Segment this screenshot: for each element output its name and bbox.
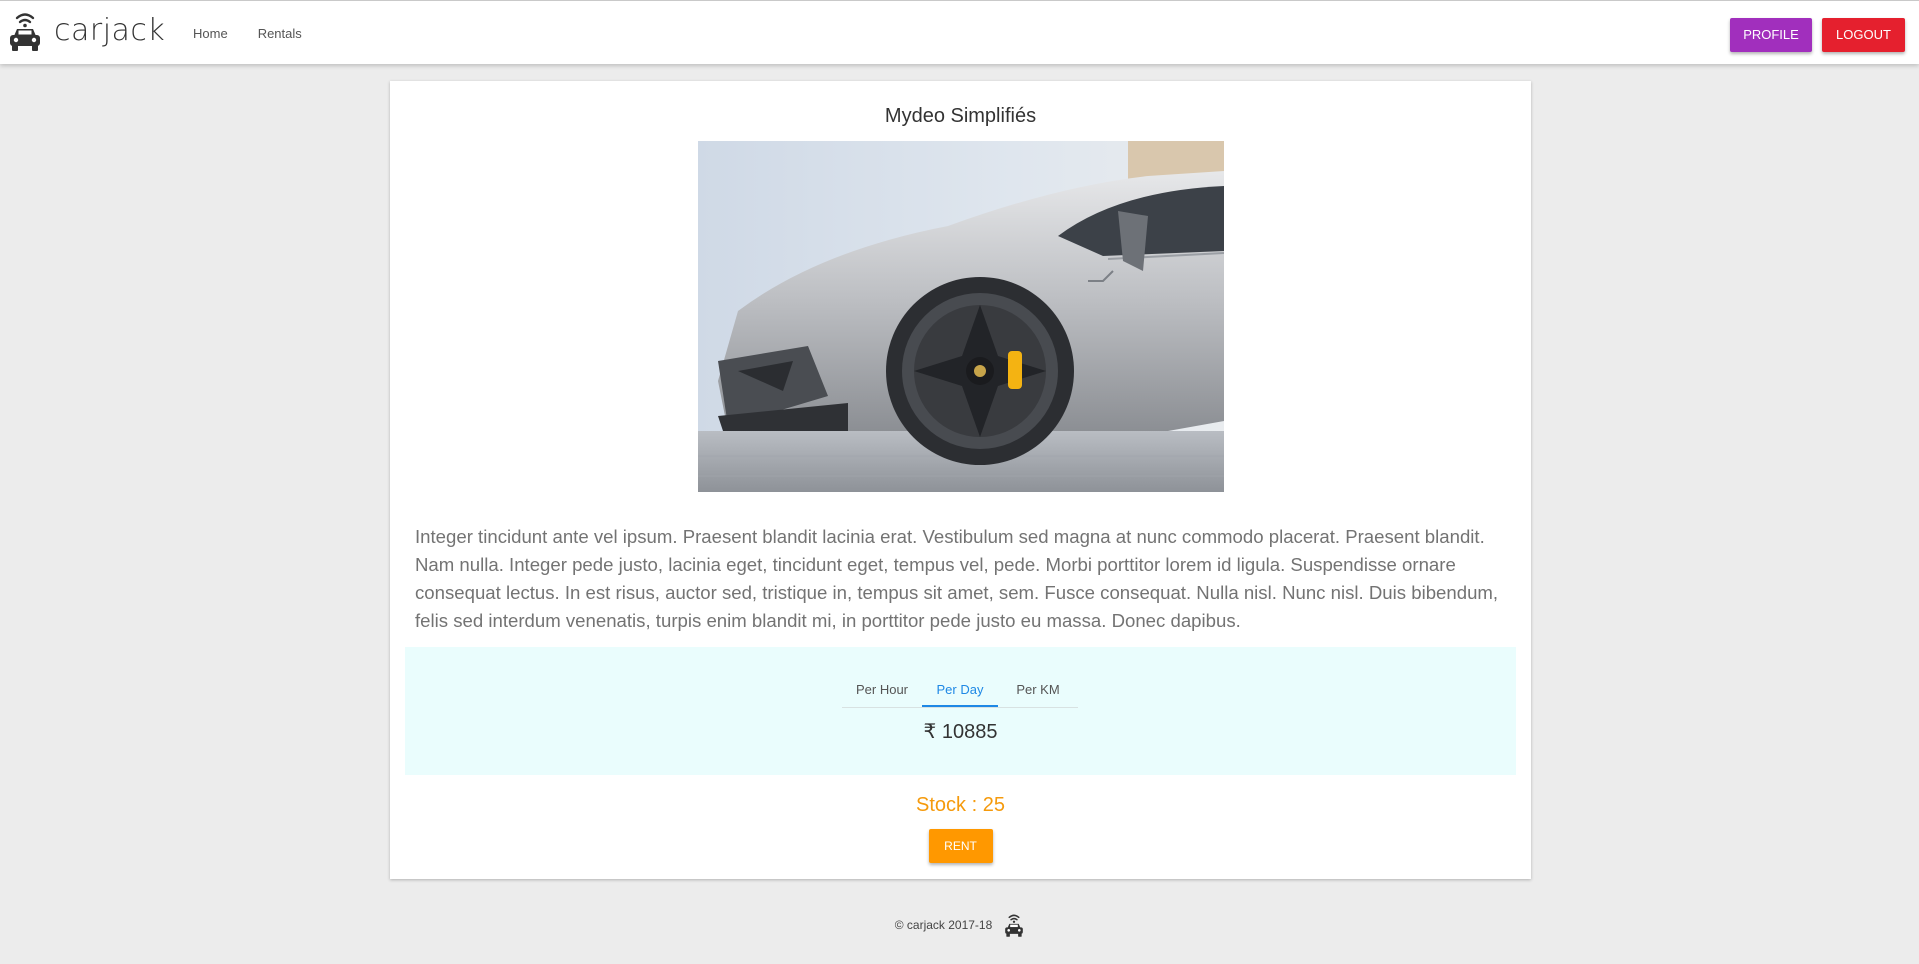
footer: © carjack 2017-18 [0, 912, 1919, 938]
car-wifi-icon [1005, 914, 1024, 937]
rent-button[interactable]: RENT [928, 829, 993, 863]
tab-per-hour[interactable]: Per Hour [842, 673, 922, 707]
tab-per-km[interactable]: Per KM [998, 673, 1078, 707]
pricing-panel: Per Hour Per Day Per KM ₹ 10885 [405, 647, 1516, 775]
pricing-tabs: Per Hour Per Day Per KM [842, 673, 1078, 708]
logout-button[interactable]: LOGOUT [1822, 18, 1905, 52]
stock-count: Stock : 25 [916, 794, 1005, 816]
top-navbar: carjack Home Rentals PROFILE LOGOUT [0, 0, 1919, 64]
profile-button[interactable]: PROFILE [1730, 18, 1812, 52]
car-detail-card: Mydeo Simplifiés Integer tincidunt ante … [390, 81, 1531, 879]
rent-button-container: RENT [390, 829, 1531, 863]
tab-per-day[interactable]: Per Day [922, 673, 998, 707]
car-description: Integer tincidunt ante vel ipsum. Praese… [415, 526, 1499, 631]
car-wifi-icon [10, 13, 40, 51]
nav-rentals-link[interactable]: Rentals [243, 26, 317, 41]
car-title: Mydeo Simplifiés [884, 105, 1037, 127]
nav-home-link[interactable]: Home [178, 26, 243, 41]
brand-logo[interactable]: carjack [8, 9, 165, 53]
main-nav: Home Rentals [178, 1, 317, 65]
price-value: ₹ 10885 [923, 721, 998, 743]
brand-name: carjack [54, 13, 166, 48]
header-actions: PROFILE LOGOUT [1730, 18, 1905, 52]
footer-copyright: © carjack 2017-18 [894, 918, 993, 932]
car-photo [698, 141, 1224, 492]
